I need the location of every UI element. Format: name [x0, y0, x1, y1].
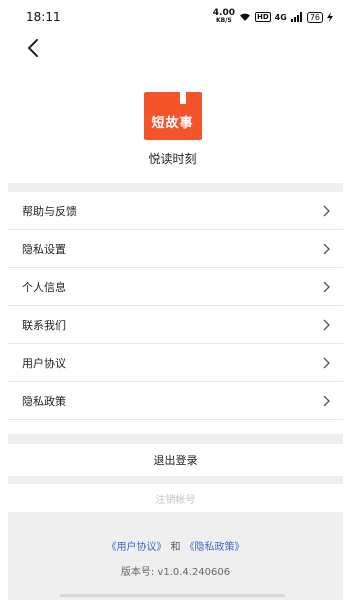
- menu-item-help-feedback[interactable]: 帮助与反馈: [8, 192, 343, 230]
- app-info: 短故事 悦读时刻: [0, 92, 345, 167]
- menu-item-contact-us[interactable]: 联系我们: [8, 306, 343, 344]
- footer: 《用户协议》和《隐私政策》 版本号: v1.0.4.240606: [8, 512, 343, 600]
- footer-links: 《用户协议》和《隐私政策》: [8, 538, 343, 553]
- bookmark-icon: [179, 92, 186, 104]
- chevron-right-icon: [323, 205, 330, 216]
- user-agreement-link[interactable]: 《用户协议》: [107, 542, 167, 553]
- charging-icon: [327, 12, 333, 22]
- cancel-account-button[interactable]: 注销帐号: [8, 484, 343, 512]
- section-divider: [8, 434, 343, 444]
- menu-item-privacy-policy[interactable]: 隐私政策: [8, 382, 343, 420]
- network-speed: 4.00 KB/S: [212, 8, 235, 25]
- signal-label: 4G: [274, 12, 287, 22]
- menu-item-label: 隐私设置: [22, 242, 66, 256]
- home-indicator: [60, 594, 285, 597]
- app-logo: 短故事: [143, 92, 202, 140]
- chevron-right-icon: [323, 281, 330, 292]
- version-text: 版本号: v1.0.4.240606: [120, 567, 231, 578]
- section-divider: [8, 183, 343, 192]
- app-logo-text: 短故事: [151, 115, 194, 131]
- chevron-right-icon: [323, 395, 330, 406]
- status-bar: 18:11 4.00 KB/S HD 4G 76: [0, 0, 345, 34]
- app-name: 悦读时刻: [148, 152, 197, 166]
- back-arrow-icon[interactable]: [22, 36, 46, 60]
- battery-icon: 76: [306, 11, 323, 23]
- status-time: 18:11: [26, 10, 61, 24]
- menu-item-personal-info[interactable]: 个人信息: [8, 268, 343, 306]
- menu-item-label: 个人信息: [22, 280, 66, 294]
- chevron-right-icon: [323, 243, 330, 254]
- privacy-policy-link[interactable]: 《隐私政策》: [185, 542, 245, 553]
- menu-item-label: 帮助与反馈: [22, 204, 77, 218]
- signal-bars-icon: [290, 12, 302, 22]
- menu-item-user-agreement[interactable]: 用户协议: [8, 344, 343, 382]
- wifi-icon: [240, 13, 250, 21]
- section-divider: [8, 476, 343, 484]
- menu-item-label: 隐私政策: [22, 394, 66, 408]
- menu-item-label: 用户协议: [22, 356, 66, 370]
- chevron-right-icon: [323, 357, 330, 368]
- settings-menu: 帮助与反馈 隐私设置 个人信息 联系我们 用户协议 隐私政策: [8, 192, 343, 420]
- logout-button[interactable]: 退出登录: [8, 444, 343, 476]
- hd-badge: HD: [255, 12, 271, 22]
- menu-item-label: 联系我们: [22, 318, 66, 332]
- and-text: 和: [170, 542, 181, 553]
- menu-item-privacy-settings[interactable]: 隐私设置: [8, 230, 343, 268]
- chevron-right-icon: [323, 319, 330, 330]
- status-icons: 4.00 KB/S HD 4G 76: [213, 9, 333, 25]
